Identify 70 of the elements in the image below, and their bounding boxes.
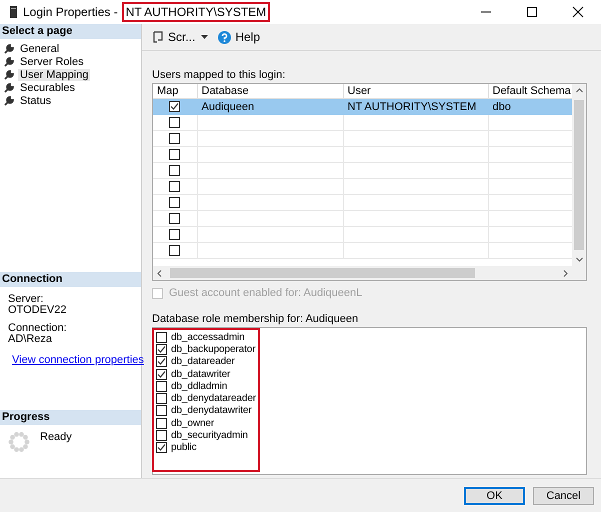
guest-label: Guest account enabled for: AudiqueenL	[169, 287, 362, 299]
checkbox[interactable]	[156, 344, 167, 355]
progress-status: Ready	[40, 431, 72, 445]
table-cell: dbo	[492, 100, 511, 112]
table-cell: Audiqueen	[202, 100, 254, 112]
table-cell: NT AUTHORITY\SYSTEM	[348, 100, 476, 112]
role-label: db_owner	[171, 418, 214, 429]
vertical-scrollbar[interactable]	[572, 84, 586, 266]
horizontal-scrollbar[interactable]	[153, 266, 572, 280]
checkbox[interactable]	[169, 245, 180, 256]
dialog-button[interactable]: OK	[464, 487, 525, 505]
view-connection-link[interactable]: View connection properties	[12, 354, 144, 366]
wrench-icon	[4, 56, 14, 66]
checkbox[interactable]	[156, 393, 167, 404]
wrench-icon	[4, 44, 14, 54]
role-label: db_backupoperator	[171, 344, 256, 355]
sidebar-item[interactable]: General	[18, 42, 62, 54]
checkbox[interactable]	[156, 380, 167, 392]
scroll-thumb[interactable]	[574, 100, 584, 250]
checkbox[interactable]	[156, 418, 167, 429]
section-header: Progress	[0, 410, 141, 425]
connection-label: Connection:	[8, 323, 67, 334]
role-label: db_securityadmin	[171, 430, 248, 442]
role-label: db_denydatareader	[171, 393, 256, 404]
wrench-icon	[4, 70, 14, 80]
checkbox[interactable]	[169, 149, 180, 160]
checkbox[interactable]	[169, 229, 180, 240]
role-label: db_ddladmin	[171, 380, 228, 392]
checkbox[interactable]	[169, 197, 180, 208]
connection-value: AD\Reza	[8, 334, 52, 345]
checkbox[interactable]	[169, 133, 180, 144]
sidebar-item[interactable]: Status	[18, 94, 54, 106]
caret-icon[interactable]	[201, 35, 208, 39]
checkbox[interactable]	[169, 101, 180, 112]
checkbox[interactable]	[156, 368, 167, 380]
script-icon	[152, 31, 164, 43]
sidebar-item[interactable]: Securables	[18, 82, 78, 94]
script-button[interactable]: Scr...	[150, 28, 198, 46]
checkbox[interactable]	[156, 405, 167, 416]
dialog-button[interactable]: Cancel	[533, 487, 594, 505]
role-label: db_datareader	[171, 356, 235, 368]
sidebar-item[interactable]: User Mapping	[18, 68, 90, 80]
checkbox[interactable]	[169, 117, 180, 128]
scroll-thumb[interactable]	[170, 268, 475, 278]
server-label: Server:	[8, 294, 44, 305]
roles-label: Database role membership for: Audiqueen	[152, 313, 360, 325]
section-header: Select a page	[0, 24, 141, 39]
help-icon	[218, 30, 232, 44]
sidebar-item[interactable]: Server Roles	[18, 56, 86, 68]
wrench-icon	[4, 96, 14, 106]
wrench-icon	[4, 82, 14, 92]
server-value: OTODEV22	[8, 305, 66, 316]
role-label: db_accessadmin	[171, 332, 245, 343]
role-label: public	[171, 442, 197, 454]
checkbox[interactable]	[169, 181, 180, 192]
checkbox[interactable]	[169, 213, 180, 224]
login-name: NT AUTHORITY\SYSTEM	[124, 4, 268, 20]
role-label: db_datawriter	[171, 368, 230, 380]
spinner-icon	[8, 431, 30, 453]
section-header: Connection	[0, 272, 141, 287]
window-title: Login Properties -	[23, 5, 118, 19]
app-icon	[10, 6, 17, 18]
role-label: db_denydatawriter	[171, 405, 252, 416]
checkbox[interactable]	[156, 442, 167, 454]
checkbox[interactable]	[156, 430, 167, 442]
checkbox[interactable]	[169, 165, 180, 176]
help-button[interactable]: Help	[216, 28, 262, 46]
checkbox[interactable]	[156, 332, 167, 343]
users-label: Users mapped to this login:	[152, 69, 286, 81]
checkbox[interactable]	[156, 356, 167, 368]
